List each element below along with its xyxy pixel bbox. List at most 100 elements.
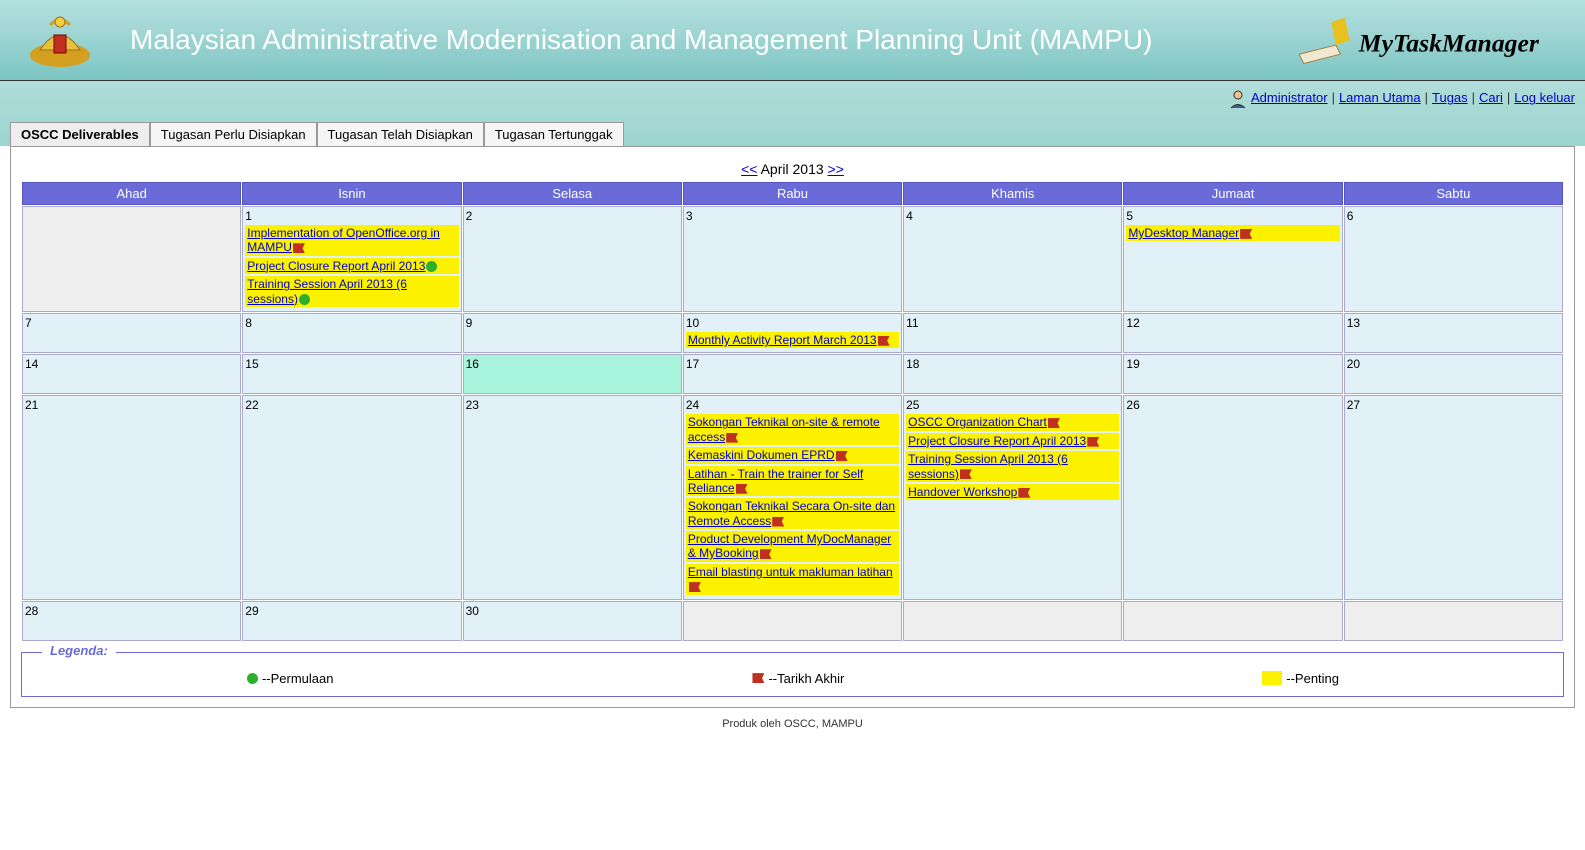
nav-link-administrator[interactable]: Administrator [1251, 90, 1328, 105]
calendar-cell[interactable]: 1 Implementation of OpenOffice.org in MAM… [242, 206, 461, 312]
calendar-cell[interactable]: 25 OSCC Organization Chart Project Closure… [903, 395, 1122, 599]
calendar-cell[interactable]: 22 [242, 395, 461, 599]
calendar-cell[interactable]: 26 [1123, 395, 1342, 599]
nav-link-cari[interactable]: Cari [1479, 90, 1503, 105]
calendar-cell[interactable]: 13 [1344, 313, 1563, 353]
task-item: Latihan - Train the trainer for Self Rel… [686, 466, 899, 497]
day-header: Rabu [683, 182, 902, 205]
task-link[interactable]: Sokongan Teknikal on-site & remote acces… [688, 415, 880, 443]
nav-link-laman-utama[interactable]: Laman Utama [1339, 90, 1421, 105]
tab-tugasan-tertunggak[interactable]: Tugasan Tertunggak [484, 122, 624, 146]
task-item: Handover Workshop [906, 484, 1119, 500]
calendar-cell[interactable]: 6 [1344, 206, 1563, 312]
calendar-cell[interactable] [903, 601, 1122, 641]
task-item: Implementation of OpenOffice.org in MAMP… [245, 225, 458, 256]
day-header: Sabtu [1344, 182, 1563, 205]
calendar-cell[interactable]: 28 [22, 601, 241, 641]
tab-tugasan-telah-disiapkan[interactable]: Tugasan Telah Disiapkan [317, 122, 484, 146]
day-number: 1 [245, 209, 458, 223]
legend-item: --Permulaan [246, 671, 334, 686]
calendar-cell[interactable]: 8 [242, 313, 461, 353]
page-title: Malaysian Administrative Modernisation a… [130, 24, 1265, 56]
end-flag-icon [1240, 229, 1252, 239]
day-number: 5 [1126, 209, 1339, 223]
end-flag-icon [836, 451, 848, 461]
day-number: 7 [25, 316, 238, 330]
task-link[interactable]: MyDesktop Manager [1128, 226, 1239, 240]
calendar-cell[interactable]: 10Monthly Activity Report March 2013 [683, 313, 902, 353]
task-link[interactable]: Kemaskini Dokumen EPRD [688, 448, 835, 462]
calendar-cell[interactable]: 24 Sokongan Teknikal on-site & remote acc… [683, 395, 902, 599]
task-link[interactable]: Implementation of OpenOffice.org in MAMP… [247, 226, 440, 254]
end-flag-icon [1087, 437, 1099, 447]
day-number: 22 [245, 398, 458, 412]
calendar-cell[interactable]: 21 [22, 395, 241, 599]
next-month[interactable]: >> [828, 161, 844, 177]
calendar-cell[interactable]: 9 [463, 313, 682, 353]
task-link[interactable]: Product Development MyDocManager & MyBoo… [688, 532, 891, 560]
calendar-cell[interactable]: 23 [463, 395, 682, 599]
task-link[interactable]: Training Session April 2013 (6 sessions) [908, 452, 1068, 480]
calendar-cell[interactable]: 20 [1344, 354, 1563, 394]
calendar-cell[interactable]: 27 [1344, 395, 1563, 599]
calendar-cell[interactable] [22, 206, 241, 312]
calendar-cell[interactable]: 5 MyDesktop Manager [1123, 206, 1342, 312]
day-number: 24 [686, 398, 899, 412]
task-link[interactable]: Email blasting untuk makluman latihan [688, 565, 893, 579]
end-flag-icon [1018, 488, 1030, 498]
calendar-cell[interactable]: 7 [22, 313, 241, 353]
task-link[interactable]: Sokongan Teknikal Secara On-site dan Rem… [688, 499, 895, 527]
day-number: 14 [25, 357, 238, 371]
svg-text:MyTaskManager: MyTaskManager [1358, 28, 1540, 57]
task-link[interactable]: Training Session April 2013 (6 sessions) [247, 277, 407, 305]
task-link[interactable]: Project Closure Report April 2013 [908, 434, 1086, 448]
calendar-cell[interactable] [1123, 601, 1342, 641]
month-nav: << April 2013 >> [21, 157, 1564, 181]
end-flag-icon [878, 336, 890, 346]
task-link[interactable]: Monthly Activity Report March 2013 [688, 333, 877, 347]
calendar-cell[interactable]: 19 [1123, 354, 1342, 394]
task-item: Sokongan Teknikal on-site & remote acces… [686, 414, 899, 445]
calendar-cell[interactable]: 15 [242, 354, 461, 394]
day-number: 4 [906, 209, 1119, 223]
day-number: 26 [1126, 398, 1339, 412]
day-number: 29 [245, 604, 458, 618]
day-header: Khamis [903, 182, 1122, 205]
calendar-cell[interactable] [1344, 601, 1563, 641]
calendar-cell[interactable]: 16 [463, 354, 682, 394]
calendar-cell[interactable]: 17 [683, 354, 902, 394]
task-item: Product Development MyDocManager & MyBoo… [686, 531, 899, 562]
calendar-cell[interactable]: 11 [903, 313, 1122, 353]
end-flag-icon [293, 243, 305, 253]
nav-link-tugas[interactable]: Tugas [1432, 90, 1468, 105]
calendar-cell[interactable] [683, 601, 902, 641]
task-link[interactable]: Handover Workshop [908, 485, 1017, 499]
day-number: 28 [25, 604, 238, 618]
calendar-cell[interactable]: 18 [903, 354, 1122, 394]
nav-link-log-keluar[interactable]: Log keluar [1514, 90, 1575, 105]
calendar-cell[interactable]: 14 [22, 354, 241, 394]
day-number: 25 [906, 398, 1119, 412]
legend-label: --Permulaan [262, 671, 334, 686]
calendar-cell[interactable]: 12 [1123, 313, 1342, 353]
tab-tugasan-perlu-disiapkan[interactable]: Tugasan Perlu Disiapkan [150, 122, 317, 146]
task-link[interactable]: Latihan - Train the trainer for Self Rel… [688, 467, 863, 495]
calendar-cell[interactable]: 4 [903, 206, 1122, 312]
calendar-cell[interactable]: 30 [463, 601, 682, 641]
crest-icon [20, 10, 100, 70]
calendar-cell[interactable]: 3 [683, 206, 902, 312]
tab-oscc-deliverables[interactable]: OSCC Deliverables [10, 122, 150, 146]
day-number: 9 [466, 316, 679, 330]
day-number: 23 [466, 398, 679, 412]
calendar-cell[interactable]: 29 [242, 601, 461, 641]
calendar-cell[interactable]: 2 [463, 206, 682, 312]
prev-month[interactable]: << [741, 161, 757, 177]
task-link[interactable]: Project Closure Report April 2013 [247, 259, 425, 273]
day-number: 17 [686, 357, 899, 371]
legend-label: --Penting [1286, 671, 1339, 686]
day-number: 16 [466, 357, 679, 371]
task-link[interactable]: OSCC Organization Chart [908, 415, 1047, 429]
task-item: Kemaskini Dokumen EPRD [686, 447, 899, 463]
header: Malaysian Administrative Modernisation a… [0, 0, 1585, 81]
calendar-table: AhadIsninSelasaRabuKhamisJumaatSabtu 1Im… [21, 181, 1564, 642]
